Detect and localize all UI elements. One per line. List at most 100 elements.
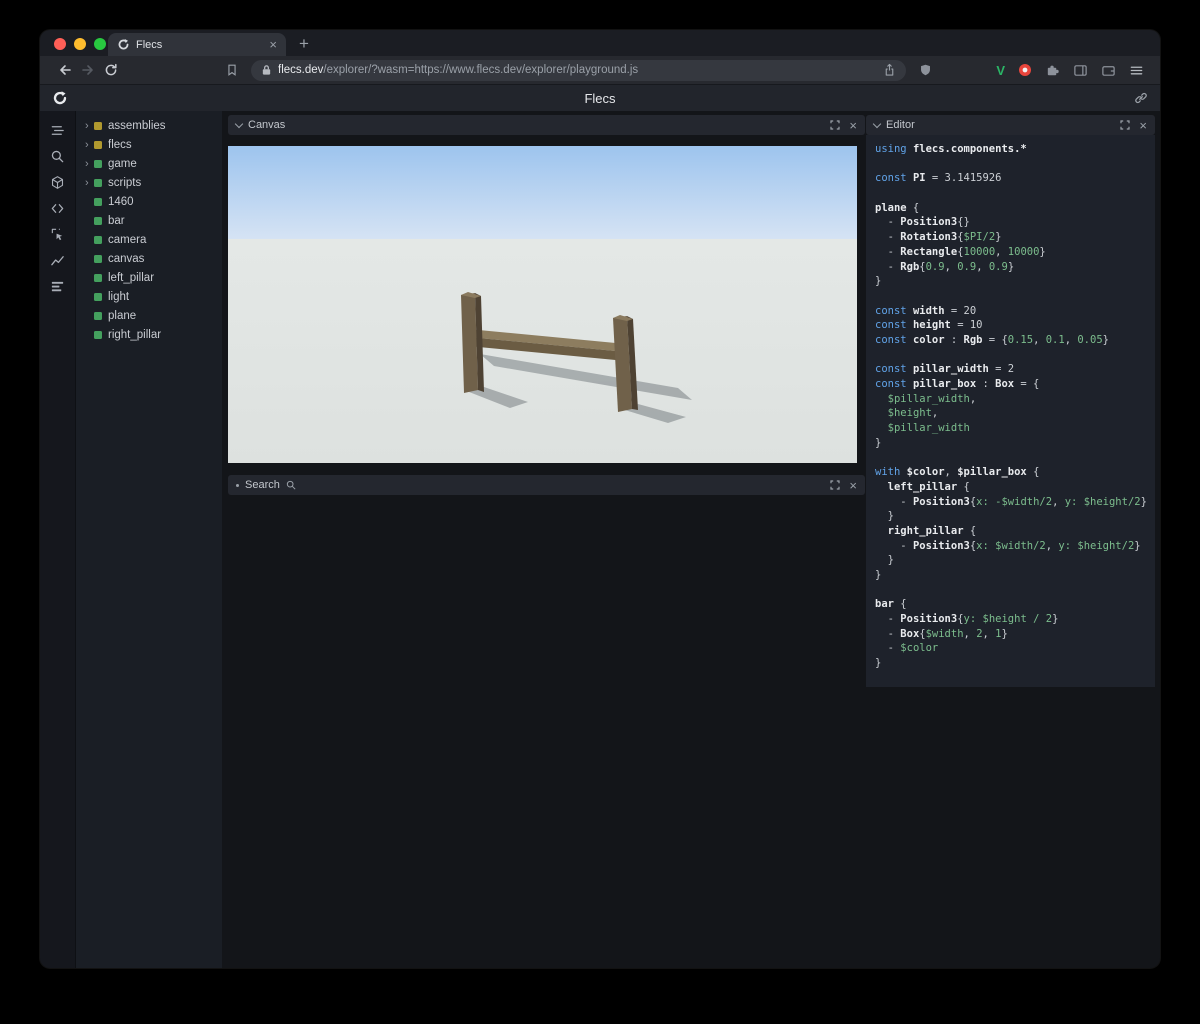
browser-tab[interactable]: Flecs × — [108, 33, 286, 56]
tree-expand-chevron-icon[interactable]: › — [85, 158, 94, 170]
code-line: - Position3{y: $height / 2} — [875, 613, 1059, 625]
main-area: Canvas × Search × Editor × using flecs.c… — [222, 111, 1160, 968]
collapse-chevron-icon[interactable] — [234, 119, 244, 128]
expand-icon[interactable] — [830, 480, 841, 490]
tree-expand-chevron-icon[interactable]: › — [85, 139, 94, 151]
new-tab-button[interactable]: + — [299, 35, 309, 52]
extensions-area: V — [993, 63, 1147, 78]
code-content[interactable]: using flecs.components.* const PI = 3.14… — [866, 135, 1155, 687]
reload-icon[interactable] — [99, 59, 122, 81]
code-line: - Box{$width, 2, 1} — [875, 627, 1008, 640]
entities-cube-icon[interactable] — [40, 169, 75, 195]
entity-square-icon — [94, 216, 102, 225]
entity-label: plane — [108, 309, 137, 322]
entity-label: canvas — [108, 252, 145, 265]
url-bar[interactable]: flecs.dev/explorer/?wasm=https://www.fle… — [251, 59, 907, 81]
entity-label: left_pillar — [108, 271, 155, 284]
share-link-icon[interactable] — [1134, 91, 1148, 105]
tree-item-canvas[interactable]: canvas — [76, 249, 222, 268]
entity-label: scripts — [108, 176, 142, 189]
tree-expand-chevron-icon[interactable]: › — [85, 120, 94, 132]
tree-expand-chevron-icon[interactable]: › — [85, 177, 94, 189]
red-extension-icon[interactable] — [1018, 63, 1032, 77]
tree-item-bar[interactable]: bar — [76, 211, 222, 230]
url-path: /explorer/?wasm=https://www.flecs.dev/ex… — [323, 64, 639, 76]
expand-icon[interactable] — [830, 120, 841, 130]
panel-dot-icon — [236, 483, 239, 487]
code-line: } — [875, 657, 882, 670]
forward-icon[interactable] — [76, 59, 99, 81]
tree-item-scripts[interactable]: › scripts — [76, 173, 222, 192]
entity-square-icon — [94, 330, 102, 339]
code-line: plane { — [875, 201, 920, 214]
stats-rows-icon[interactable] — [40, 273, 75, 299]
entity-label: right_pillar — [108, 328, 162, 341]
close-icon[interactable]: × — [849, 479, 857, 492]
wallet-icon[interactable] — [1101, 63, 1116, 78]
desktop-background: Flecs × + flecs.dev/explorer/?wasm=https… — [0, 0, 1200, 1024]
code-line: } — [875, 275, 882, 288]
tree-item-flecs[interactable]: › flecs — [76, 135, 222, 154]
code-line: $height, — [887, 407, 939, 420]
minimize-window-button[interactable] — [74, 38, 86, 50]
tree-item-assemblies[interactable]: › assemblies — [76, 116, 222, 135]
editor-panel-title: Editor — [886, 119, 915, 131]
page-title: Flecs — [584, 90, 616, 106]
code-line: } — [875, 568, 882, 581]
tree-item-1460[interactable]: 1460 — [76, 192, 222, 211]
entity-square-icon — [94, 121, 102, 130]
code-line: const color : Rgb = {0.15, 0.1, 0.05} — [875, 333, 1109, 346]
close-window-button[interactable] — [54, 38, 66, 50]
close-icon[interactable]: × — [849, 119, 857, 132]
sidebar-toggle-icon[interactable] — [1073, 63, 1088, 78]
outline-icon[interactable] — [40, 117, 75, 143]
code-line: - Position3{x: $width/2, y: $height/2} — [875, 539, 1141, 552]
entity-label: 1460 — [108, 195, 134, 208]
canvas-panel: Canvas × — [228, 115, 865, 463]
tab-close-icon[interactable]: × — [269, 38, 277, 51]
search-icon[interactable] — [40, 143, 75, 169]
editor-panel-header[interactable]: Editor × — [866, 115, 1155, 135]
tree-item-camera[interactable]: camera — [76, 230, 222, 249]
entity-square-icon — [94, 311, 102, 320]
canvas-3d-viewport[interactable] — [228, 146, 857, 463]
tab-bar: Flecs × + — [40, 30, 1160, 56]
brave-shield-icon[interactable] — [914, 59, 937, 81]
expand-icon[interactable] — [1120, 120, 1131, 130]
share-icon[interactable] — [883, 63, 896, 77]
url-domain: flecs.dev — [278, 64, 324, 76]
collapse-chevron-icon[interactable] — [872, 119, 882, 128]
code-line: const PI = 3.1415926 — [875, 172, 1002, 185]
canvas-panel-header[interactable]: Canvas × — [228, 115, 865, 135]
menu-icon[interactable] — [1129, 63, 1144, 78]
v-extension-icon[interactable]: V — [996, 63, 1005, 78]
chart-icon[interactable] — [40, 247, 75, 273]
entity-square-icon — [94, 254, 102, 263]
magnifier-icon — [286, 480, 296, 490]
entity-square-icon — [94, 159, 102, 168]
browser-window: Flecs × + flecs.dev/explorer/?wasm=https… — [40, 30, 1160, 968]
zoom-window-button[interactable] — [94, 38, 106, 50]
tree-item-plane[interactable]: plane — [76, 306, 222, 325]
code-line: $pillar_width, — [887, 392, 977, 405]
code-line: $pillar_width — [887, 422, 970, 435]
tree-item-left_pillar[interactable]: left_pillar — [76, 268, 222, 287]
canvas-panel-title: Canvas — [248, 119, 286, 131]
search-panel-header[interactable]: Search × — [228, 475, 865, 495]
extensions-puzzle-icon[interactable] — [1045, 63, 1060, 78]
code-line: } — [875, 436, 882, 449]
back-icon[interactable] — [53, 59, 76, 81]
left-pillar-entity — [461, 292, 484, 393]
close-icon[interactable]: × — [1139, 119, 1147, 132]
code-line: - Position3{x: -$width/2, y: $height/2} — [875, 495, 1147, 508]
tree-item-light[interactable]: light — [76, 287, 222, 306]
bookmark-icon[interactable] — [220, 59, 243, 81]
tree-item-game[interactable]: › game — [76, 154, 222, 173]
inspector-cursor-icon[interactable] — [40, 221, 75, 247]
code-icon[interactable] — [40, 195, 75, 221]
tree-item-right_pillar[interactable]: right_pillar — [76, 325, 222, 344]
